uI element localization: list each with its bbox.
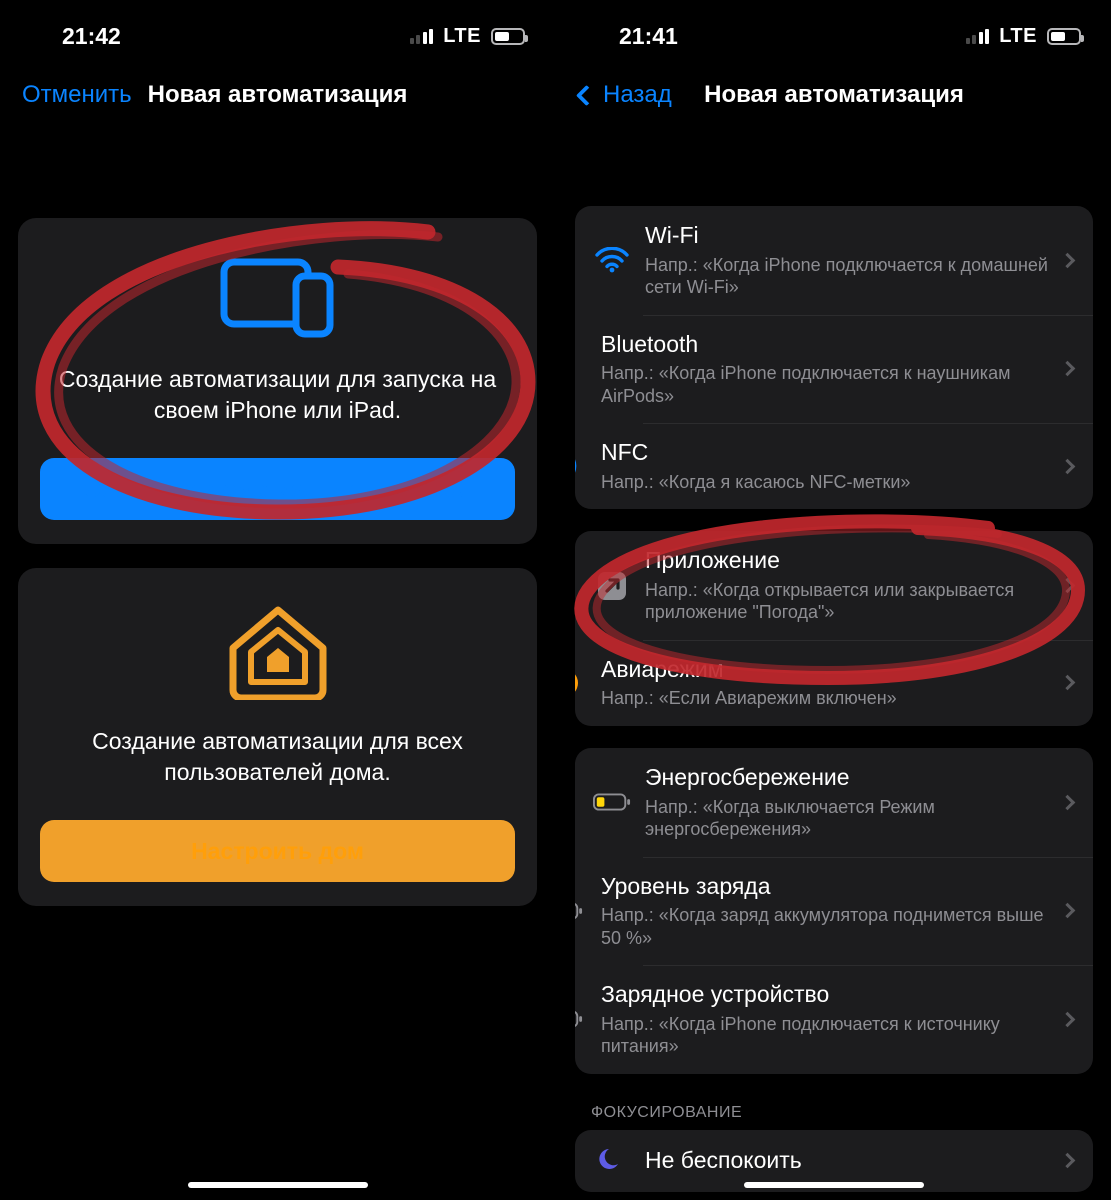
row-sub: Напр.: «Когда iPhone подключается к дома… (645, 254, 1052, 299)
dnd-icon (593, 1146, 631, 1176)
row-title: NFC (601, 439, 1052, 467)
chevron-right-icon (1060, 458, 1076, 474)
focus-section-header: ФОКУСИРОВАНИЕ (591, 1104, 1077, 1122)
airplane-icon (575, 668, 583, 698)
chevron-right-icon (1060, 1153, 1076, 1169)
row-title: Приложение (645, 547, 1052, 575)
chevron-right-icon (1060, 794, 1076, 810)
settings-group-app: Приложение Напр.: «Когда открывается или … (575, 531, 1093, 726)
row-batterylevel[interactable]: Уровень заряда Напр.: «Когда заряд аккуму… (575, 857, 1093, 966)
row-app[interactable]: Приложение Напр.: «Когда открывается или … (575, 531, 1093, 640)
status-time: 21:41 (619, 23, 678, 50)
settings-group-connectivity: Wi-Fi Напр.: «Когда iPhone подключается к… (575, 206, 1093, 509)
create-personal-button[interactable]: Создать автоматизацию для себя (40, 458, 515, 520)
row-lowpower[interactable]: Энергосбережение Напр.: «Когда выключаетс… (575, 748, 1093, 857)
home-desc: Создание автоматизации для всех пользова… (40, 726, 515, 788)
status-bar: 21:41 LTE (557, 0, 1111, 58)
nav-header: Назад Новая автоматизация (557, 64, 1111, 126)
cancel-button[interactable]: Отменить (22, 81, 132, 109)
page-title: Новая автоматизация (148, 81, 408, 109)
personal-desc: Создание автоматизации для запуска на св… (40, 364, 515, 426)
page-title: Новая автоматизация (704, 81, 964, 109)
row-title: Уровень заряда (601, 873, 1052, 901)
charger-icon (575, 1009, 583, 1029)
bluetooth-icon (575, 352, 583, 386)
home-indicator[interactable] (188, 1182, 368, 1188)
app-icon (593, 570, 631, 602)
row-sub: Напр.: «Когда открывается или закрываетс… (645, 579, 1052, 624)
row-sub: Напр.: «Если Авиарежим включен» (601, 687, 1052, 710)
row-sub: Напр.: «Когда iPhone подключается к исто… (601, 1013, 1052, 1058)
row-title: Зарядное устройство (601, 981, 1052, 1009)
personal-automation-card: Создание автоматизации для запуска на св… (18, 218, 537, 544)
row-airplane[interactable]: Авиарежим Напр.: «Если Авиарежим включен» (575, 640, 1093, 726)
row-title: Wi-Fi (645, 222, 1052, 250)
signal-icon (410, 28, 434, 44)
row-wifi[interactable]: Wi-Fi Напр.: «Когда iPhone подключается к… (575, 206, 1093, 315)
home-icon (40, 604, 515, 700)
row-nfc[interactable]: NFC Напр.: «Когда я касаюсь NFC-метки» (575, 423, 1093, 509)
chevron-right-icon (1060, 903, 1076, 919)
row-title: Авиарежим (601, 656, 1052, 684)
battery-icon (491, 28, 525, 45)
nav-header: Отменить Новая автоматизация (0, 64, 555, 126)
chevron-right-icon (1060, 361, 1076, 377)
row-title: Bluetooth (601, 331, 1052, 359)
row-sub: Напр.: «Когда я касаюсь NFC-метки» (601, 471, 1052, 494)
signal-icon (966, 28, 990, 44)
setup-home-button[interactable]: Настроить дом (40, 820, 515, 882)
row-charger[interactable]: Зарядное устройство Напр.: «Когда iPhone … (575, 965, 1093, 1074)
row-title: Не беспокоить (645, 1147, 1052, 1175)
status-time: 21:42 (62, 23, 121, 50)
lowpower-icon (593, 792, 631, 812)
devices-icon (40, 254, 515, 338)
chevron-right-icon (1060, 675, 1076, 691)
chevron-right-icon (1060, 1012, 1076, 1028)
row-sub: Напр.: «Когда iPhone подключается к науш… (601, 362, 1052, 407)
row-bluetooth[interactable]: Bluetooth Напр.: «Когда iPhone подключает… (575, 315, 1093, 424)
nfc-icon (575, 452, 583, 480)
wifi-icon (593, 247, 631, 273)
chevron-left-icon (576, 84, 597, 105)
network-label: LTE (443, 25, 481, 48)
screenshot-right: 21:41 LTE Назад Новая автоматизация Wi-F… (555, 0, 1111, 1200)
row-sub: Напр.: «Когда выключается Режим энергосб… (645, 796, 1052, 841)
row-sub: Напр.: «Когда заряд аккумулятора подниме… (601, 904, 1052, 949)
settings-group-power: Энергосбережение Напр.: «Когда выключаетс… (575, 748, 1093, 1074)
home-indicator[interactable] (744, 1182, 924, 1188)
back-button[interactable]: Назад (579, 81, 672, 109)
battery-icon (575, 901, 583, 921)
status-bar: 21:42 LTE (0, 0, 555, 58)
chevron-right-icon (1060, 253, 1076, 269)
network-label: LTE (999, 25, 1037, 48)
row-title: Энергосбережение (645, 764, 1052, 792)
screenshot-left: 21:42 LTE Отменить Новая автоматизация С… (0, 0, 555, 1200)
battery-icon (1047, 28, 1081, 45)
home-automation-card: Создание автоматизации для всех пользова… (18, 568, 537, 906)
chevron-right-icon (1060, 578, 1076, 594)
